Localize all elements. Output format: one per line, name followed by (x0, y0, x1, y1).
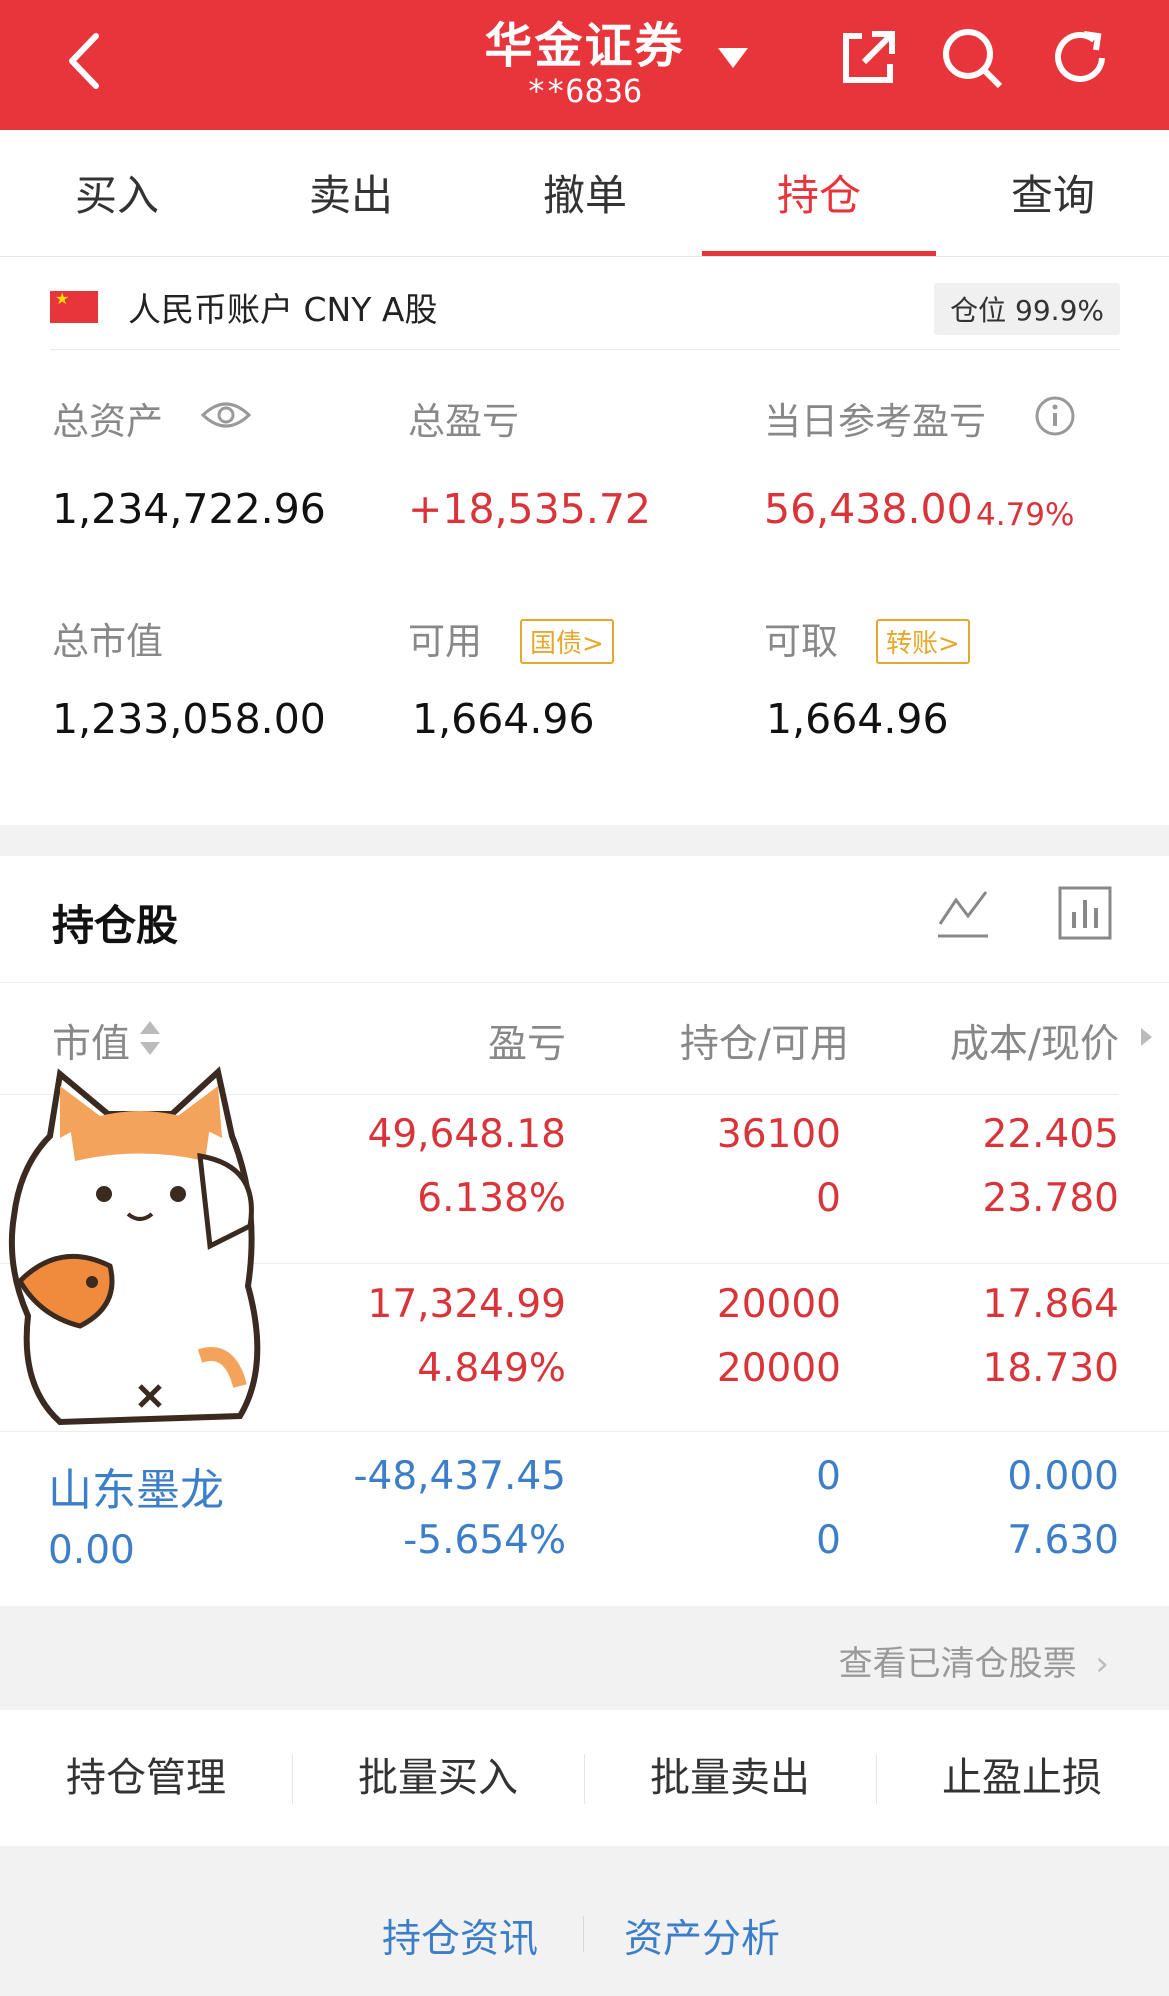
bar-chart-icon[interactable] (1056, 884, 1114, 942)
withdrawable-label: 可取 (764, 620, 838, 663)
batch-buy-button[interactable]: 批量买入 (292, 1710, 584, 1846)
row-cost: 22.405 (982, 1112, 1119, 1157)
row-position: 20000 (716, 1282, 841, 1327)
total-assets-label: 总资产 (52, 400, 163, 443)
asset-analysis-link[interactable]: 资产分析 (624, 1908, 780, 1964)
refresh-icon[interactable] (1044, 22, 1116, 94)
available-value: 1,664.96 (412, 695, 595, 743)
asset-summary: ★ 人民币账户 CNY A股 仓位 99.9% 总资产 1,234,722.96… (0, 257, 1169, 825)
stock-market-value: 0.00 (48, 1528, 135, 1573)
row-pnl: 17,324.99 (367, 1282, 567, 1327)
share-icon[interactable] (832, 22, 904, 94)
row-available: 20000 (716, 1346, 841, 1391)
daily-pnl-percent: 4.79% (976, 497, 1075, 533)
row-pnl: 49,648.18 (367, 1112, 567, 1157)
account-row: ★ 人民币账户 CNY A股 仓位 99.9% (50, 283, 1120, 350)
holdings-news-link[interactable]: 持仓资讯 (382, 1908, 538, 1964)
total-assets-value: 1,234,722.96 (52, 485, 326, 533)
treasury-bond-tag[interactable]: 国债> (520, 619, 614, 664)
transfer-tag[interactable]: 转账> (876, 619, 970, 664)
tab-sell[interactable]: 卖出 (234, 130, 468, 256)
holdings-title: 持仓股 (52, 901, 179, 950)
sort-icon[interactable] (138, 1017, 162, 1059)
total-pnl-label: 总盈亏 (408, 400, 519, 443)
action-bar: 持仓管理 批量买入 批量卖出 止盈止损 (0, 1710, 1169, 1846)
daily-pnl-value: 56,438.00 (764, 485, 973, 533)
tab-holdings[interactable]: 持仓 (702, 130, 936, 256)
divider (583, 1916, 584, 1952)
row-position: 36100 (716, 1112, 841, 1157)
holdings-management-button[interactable]: 持仓管理 (0, 1710, 292, 1846)
available-label: 可用 (408, 620, 482, 663)
table-row[interactable]: 山东墨龙 0.00 -48,437.45 -5.654% 0 0 0.000 7… (0, 1432, 1169, 1606)
market-value-label: 总市值 (52, 620, 163, 663)
dropdown-caret-icon[interactable] (716, 42, 750, 72)
col-pnl: 盈亏 (487, 1022, 566, 1067)
app-header: 华金证券 **6836 (0, 0, 1169, 130)
col-market-value[interactable]: 市值 (52, 1013, 130, 1069)
withdrawable-value: 1,664.96 (766, 695, 949, 743)
china-flag-icon: ★ (50, 289, 98, 323)
trade-tabs: 买入 卖出 撤单 持仓 查询 (0, 130, 1169, 257)
row-pnl: -48,437.45 (353, 1454, 566, 1499)
tab-buy[interactable]: 买入 (0, 130, 234, 256)
row-cost: 0.000 (1007, 1454, 1119, 1499)
eye-icon[interactable] (200, 397, 252, 433)
row-cost: 17.864 (982, 1282, 1119, 1327)
row-price: 18.730 (982, 1346, 1119, 1391)
scroll-right-icon[interactable] (1138, 1025, 1154, 1049)
total-pnl-value: +18,535.72 (408, 485, 652, 533)
footer-links: 持仓资讯 资产分析 (0, 1846, 1169, 1996)
cat-sticker-image (8, 1066, 261, 1426)
market-value-value: 1,233,058.00 (52, 695, 326, 743)
batch-sell-button[interactable]: 批量卖出 (584, 1710, 876, 1846)
position-ratio-badge: 仓位 99.9% (934, 283, 1120, 335)
line-chart-icon[interactable] (934, 884, 992, 942)
row-available: 0 (816, 1176, 841, 1221)
chevron-right-icon: › (1095, 1644, 1109, 1684)
search-icon[interactable] (936, 22, 1008, 94)
col-position: 持仓/可用 (679, 1022, 849, 1067)
row-pnl-percent: 4.849% (417, 1346, 566, 1391)
info-icon[interactable] (1034, 395, 1076, 437)
row-price: 7.630 (1007, 1518, 1119, 1563)
row-pnl-percent: -5.654% (403, 1518, 566, 1563)
cleared-stocks-row[interactable]: 查看已清仓股票 › (0, 1606, 1169, 1710)
tab-cancel[interactable]: 撤单 (468, 130, 702, 256)
daily-pnl-label: 当日参考盈亏 (764, 400, 986, 443)
row-available: 0 (816, 1518, 841, 1563)
take-profit-stop-loss-button[interactable]: 止盈止损 (876, 1710, 1168, 1846)
cleared-stocks-link[interactable]: 查看已清仓股票 › (839, 1636, 1109, 1685)
row-position: 0 (816, 1454, 841, 1499)
row-price: 23.780 (982, 1176, 1119, 1221)
row-pnl-percent: 6.138% (417, 1176, 566, 1221)
col-cost-price: 成本/现价 (949, 1022, 1119, 1067)
account-type[interactable]: 人民币账户 CNY A股 (128, 283, 437, 331)
tab-query[interactable]: 查询 (936, 130, 1169, 256)
stock-name: 山东墨龙 (48, 1465, 224, 1516)
